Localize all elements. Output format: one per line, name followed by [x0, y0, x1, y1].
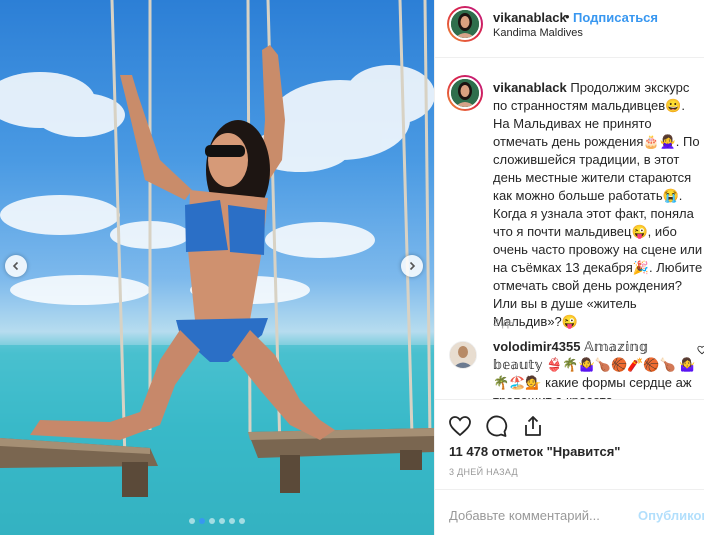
avatar-photo	[450, 342, 476, 368]
caption-username[interactable]: vikanablack	[493, 80, 567, 95]
previous-slide-button[interactable]	[5, 255, 27, 277]
post-photo[interactable]	[0, 0, 434, 535]
next-slide-button[interactable]	[401, 255, 423, 277]
caption-timestamp[interactable]: 3 дн.	[493, 317, 518, 329]
post-location[interactable]: Kandima Maldives	[493, 27, 583, 39]
photo-scene	[0, 0, 434, 535]
separator-dot: •	[565, 9, 570, 24]
slide-dot	[189, 518, 195, 524]
share-icon[interactable]	[521, 414, 545, 438]
slide-dot	[239, 518, 245, 524]
post-caption: vikanablack Продолжим экскурс по странно…	[493, 79, 704, 331]
post-header: vikanablack • Подписаться Kandima Maldiv…	[435, 0, 704, 58]
slide-dot	[219, 518, 225, 524]
avatar[interactable]	[449, 8, 481, 40]
comment-bubble-icon[interactable]	[484, 414, 508, 438]
slide-dot	[199, 518, 205, 524]
caption-text: Продолжим экскурс по странностям мальдив…	[493, 80, 703, 329]
caption-avatar[interactable]	[449, 77, 481, 109]
follow-button[interactable]: Подписаться	[573, 10, 658, 25]
slide-dot	[229, 518, 235, 524]
add-comment-bar: Опубликовать	[435, 489, 704, 535]
post-actions: 11 478 отметок "Нравится" 3 ДНЕЙ НАЗАД	[435, 399, 704, 489]
chevron-left-icon	[12, 261, 19, 271]
comments-area[interactable]: vikanablack Продолжим экскурс по странно…	[435, 59, 704, 399]
likes-count[interactable]: 11 478 отметок "Нравится"	[449, 444, 620, 459]
comment-input[interactable]	[449, 508, 629, 523]
post-date[interactable]: 3 ДНЕЙ НАЗАД	[449, 467, 518, 477]
comment-item: volodimir4355 𝔸𝕞𝕒𝕫𝕚𝕟𝕘 𝕓𝕖𝕒𝕦𝕥𝕪 👙🌴🤷‍♀️🍗🏀🧨🏀🍗…	[493, 338, 698, 399]
commenter-username[interactable]: volodimir4355	[493, 339, 580, 354]
post-side-panel: vikanablack • Подписаться Kandima Maldiv…	[434, 0, 704, 535]
post-author-username[interactable]: vikanablack	[493, 10, 567, 25]
comment-like-icon[interactable]	[697, 345, 704, 355]
avatar-photo	[451, 79, 479, 107]
chevron-right-icon	[409, 261, 416, 271]
heart-icon[interactable]	[448, 414, 472, 438]
slide-dot	[209, 518, 215, 524]
avatar-photo	[451, 10, 479, 38]
publish-button[interactable]: Опубликовать	[638, 508, 704, 523]
slide-indicator	[189, 518, 245, 524]
commenter-avatar[interactable]	[449, 341, 477, 369]
